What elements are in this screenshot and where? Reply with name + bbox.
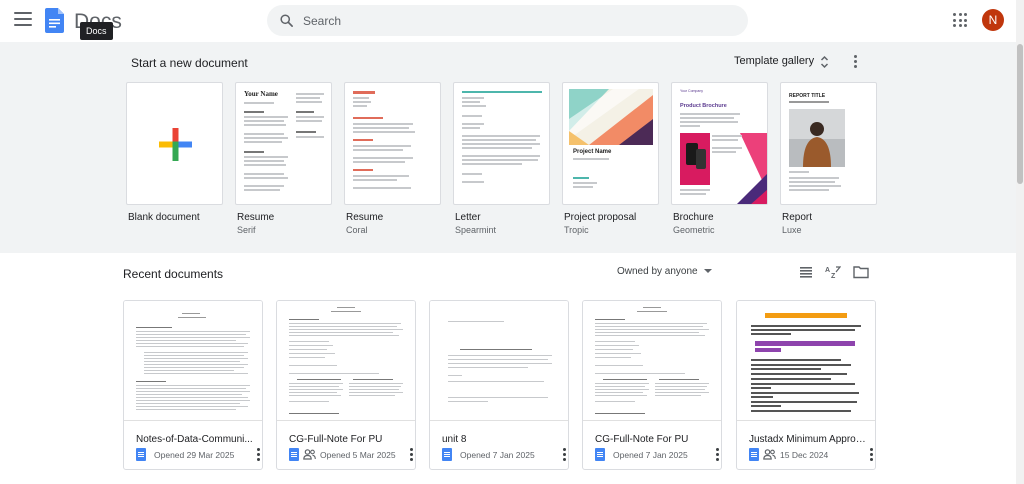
google-apps-icon[interactable] xyxy=(953,13,967,27)
folder-icon[interactable] xyxy=(853,265,869,279)
svg-text:Z: Z xyxy=(831,273,836,279)
docs-file-icon xyxy=(289,448,299,461)
recent-doc-card[interactable]: Notes-of-Data-Communi... Opened 29 Mar 2… xyxy=(123,300,263,470)
template-name: Project proposal xyxy=(564,212,637,223)
doc-thumbnail xyxy=(583,301,721,421)
account-avatar[interactable]: N xyxy=(982,9,1004,31)
svg-text:A: A xyxy=(825,267,830,274)
template-subtitle: Serif xyxy=(237,225,256,235)
template-letter-spearmint[interactable]: Letter Spearmint xyxy=(453,82,550,235)
thumb-heading: REPORT TITLE xyxy=(789,93,826,99)
main-menu-icon[interactable] xyxy=(14,12,32,26)
shared-people-icon xyxy=(303,449,316,460)
recent-doc-card[interactable]: CG-Full-Note For PU Opened 5 Mar 2025 xyxy=(276,300,416,470)
list-view-icon[interactable] xyxy=(799,265,813,279)
owner-filter-dropdown[interactable]: Owned by anyone xyxy=(617,266,712,277)
doc-title: CG-Full-Note For PU xyxy=(289,434,383,445)
doc-date: Opened 7 Jan 2025 xyxy=(613,450,688,460)
doc-more-options-icon[interactable] xyxy=(560,448,568,461)
template-brochure[interactable]: Your Company Product Brochure Brochure G… xyxy=(671,82,768,235)
template-name: Letter xyxy=(455,212,481,223)
docs-file-icon xyxy=(595,448,605,461)
unfold-icon xyxy=(820,55,829,69)
recent-doc-card[interactable]: Justadx Minimum Approv... 15 Dec 2024 xyxy=(736,300,876,470)
doc-thumbnail xyxy=(737,301,875,421)
sort-az-icon[interactable]: A Z xyxy=(825,265,841,279)
template-more-options-icon[interactable] xyxy=(852,55,858,69)
search-icon[interactable] xyxy=(279,13,294,28)
doc-more-options-icon[interactable] xyxy=(713,448,721,461)
template-subtitle: Geometric xyxy=(673,225,715,235)
template-thumbnail: REPORT TITLE xyxy=(780,82,877,205)
template-name: Report xyxy=(782,212,813,223)
doc-meta: Opened 5 Mar 2025 xyxy=(289,448,415,462)
template-subtitle: Luxe xyxy=(782,225,802,235)
template-resume-coral[interactable]: Resume Coral xyxy=(344,82,441,235)
plus-icon xyxy=(159,128,192,161)
search-bar[interactable] xyxy=(267,5,748,36)
top-header: Docs Docs N xyxy=(0,0,1024,42)
doc-more-options-icon[interactable] xyxy=(867,448,875,461)
template-thumbnail: Your Company Product Brochure xyxy=(671,82,768,205)
template-gallery-button[interactable]: Template gallery xyxy=(734,55,829,69)
template-name: Blank document xyxy=(128,212,200,223)
template-subtitle: Tropic xyxy=(564,225,589,235)
thumb-heading: Project Name xyxy=(573,149,612,155)
doc-date: Opened 5 Mar 2025 xyxy=(320,450,396,460)
template-section-title: Start a new document xyxy=(131,56,248,70)
docs-file-icon xyxy=(749,448,759,461)
doc-date: Opened 29 Mar 2025 xyxy=(154,450,235,460)
thumb-heading: Your Name xyxy=(244,90,278,98)
template-report[interactable]: REPORT TITLE Report Luxe xyxy=(780,82,877,235)
template-gallery-label: Template gallery xyxy=(734,55,815,67)
thumb-company: Your Company xyxy=(680,89,704,93)
docs-file-icon xyxy=(442,448,452,461)
scrollbar-thumb[interactable] xyxy=(1017,44,1023,184)
recent-documents-title: Recent documents xyxy=(123,267,224,281)
recent-doc-card[interactable]: CG-Full-Note For PU Opened 7 Jan 2025 xyxy=(582,300,722,470)
report-photo-icon xyxy=(789,109,845,167)
template-thumbnail xyxy=(126,82,223,205)
doc-thumbnail xyxy=(277,301,415,421)
recent-doc-card[interactable]: unit 8 Opened 7 Jan 2025 xyxy=(429,300,569,470)
dropdown-arrow-icon xyxy=(703,269,712,274)
doc-date: Opened 7 Jan 2025 xyxy=(460,450,535,460)
doc-title: unit 8 xyxy=(442,434,467,445)
template-blank-document[interactable]: Blank document xyxy=(126,82,223,223)
doc-meta: Opened 7 Jan 2025 xyxy=(595,448,721,462)
template-name: Brochure xyxy=(673,212,714,223)
template-section: Start a new document Template gallery Bl… xyxy=(0,42,1024,253)
doc-thumbnail xyxy=(430,301,568,421)
template-project-proposal[interactable]: Project Name Project proposal Tropic xyxy=(562,82,659,235)
doc-date: 15 Dec 2024 xyxy=(780,450,829,460)
doc-thumbnail xyxy=(124,301,262,421)
template-name: Resume xyxy=(237,212,275,223)
template-thumbnail: Your Name xyxy=(235,82,332,205)
doc-title: CG-Full-Note For PU xyxy=(595,434,689,445)
template-subtitle: Coral xyxy=(346,225,368,235)
doc-meta: Opened 7 Jan 2025 xyxy=(442,448,568,462)
template-thumbnail xyxy=(453,82,550,205)
owner-filter-label: Owned by anyone xyxy=(617,266,698,277)
docs-file-icon xyxy=(136,448,146,461)
shared-people-icon xyxy=(763,449,776,460)
template-thumbnail xyxy=(344,82,441,205)
search-input[interactable] xyxy=(303,5,723,36)
doc-meta: Opened 29 Mar 2025 xyxy=(136,448,262,462)
doc-meta: 15 Dec 2024 xyxy=(749,448,875,462)
doc-title: Notes-of-Data-Communi... xyxy=(136,434,253,445)
thumb-heading: Product Brochure xyxy=(680,103,727,109)
template-resume-serif[interactable]: Your Name Resume Serif xyxy=(235,82,332,235)
template-subtitle: Spearmint xyxy=(455,225,497,235)
doc-more-options-icon[interactable] xyxy=(407,448,415,461)
doc-title: Justadx Minimum Approv... xyxy=(749,434,867,445)
geometric-art-icon xyxy=(569,89,653,145)
docs-logo-icon[interactable] xyxy=(45,8,64,33)
docs-tooltip: Docs xyxy=(80,22,113,40)
template-thumbnail: Project Name xyxy=(562,82,659,205)
doc-more-options-icon[interactable] xyxy=(254,448,262,461)
template-name: Resume xyxy=(346,212,384,223)
